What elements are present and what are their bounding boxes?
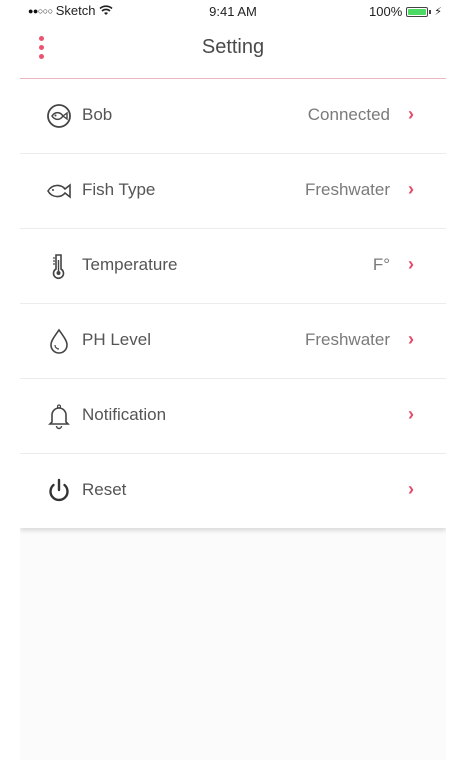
battery-fill — [408, 8, 427, 15]
row-value: Connected — [307, 105, 390, 124]
row-label: Fish Type — [82, 180, 156, 199]
row-label: PH Level — [82, 330, 151, 349]
chevron-right-icon: › — [408, 254, 414, 274]
battery-icon — [406, 6, 429, 17]
settings-row-notification[interactable]: Notification › — [20, 379, 446, 454]
chevron-right-icon: › — [408, 329, 414, 349]
settings-list: Bob Connected › Fish Type Freshwater › T… — [20, 79, 446, 528]
row-label: Bob — [82, 105, 113, 124]
row-value: F° — [372, 255, 390, 274]
settings-row-temperature[interactable]: Temperature F° › — [20, 229, 446, 304]
row-label: Temperature — [82, 255, 178, 274]
drop-icon — [44, 326, 74, 356]
fish-icon — [44, 176, 74, 206]
settings-row-ph-level[interactable]: PH Level Freshwater › — [20, 304, 446, 379]
settings-row-reset[interactable]: Reset › — [20, 454, 446, 528]
settings-row-fish-type[interactable]: Fish Type Freshwater › — [20, 154, 446, 229]
chevron-right-icon: › — [408, 479, 414, 499]
status-right: 100% ⚡ — [369, 4, 442, 19]
bell-icon — [44, 401, 74, 431]
battery-cap — [429, 9, 432, 14]
power-icon — [44, 476, 74, 506]
page-title: Setting — [201, 36, 265, 58]
row-value: Freshwater — [304, 180, 390, 199]
row-label: Notification — [82, 405, 167, 424]
navigation-bar: Setting — [20, 26, 446, 79]
phone-screen: ●●○○○ Sketch 9:41 AM 100% ⚡ Setting Bob … — [20, 0, 446, 760]
status-bar: ●●○○○ Sketch 9:41 AM 100% ⚡ — [20, 0, 446, 26]
row-label: Reset — [82, 480, 127, 499]
fish-circle-icon — [44, 101, 74, 131]
chevron-right-icon: › — [408, 104, 414, 124]
chevron-right-icon: › — [408, 179, 414, 199]
chevron-right-icon: › — [408, 404, 414, 424]
charging-icon: ⚡ — [434, 6, 442, 18]
settings-row-bob[interactable]: Bob Connected › — [20, 79, 446, 154]
battery-percent: 100% — [369, 4, 403, 19]
thermometer-icon — [44, 251, 74, 281]
row-value: Freshwater — [304, 330, 390, 349]
